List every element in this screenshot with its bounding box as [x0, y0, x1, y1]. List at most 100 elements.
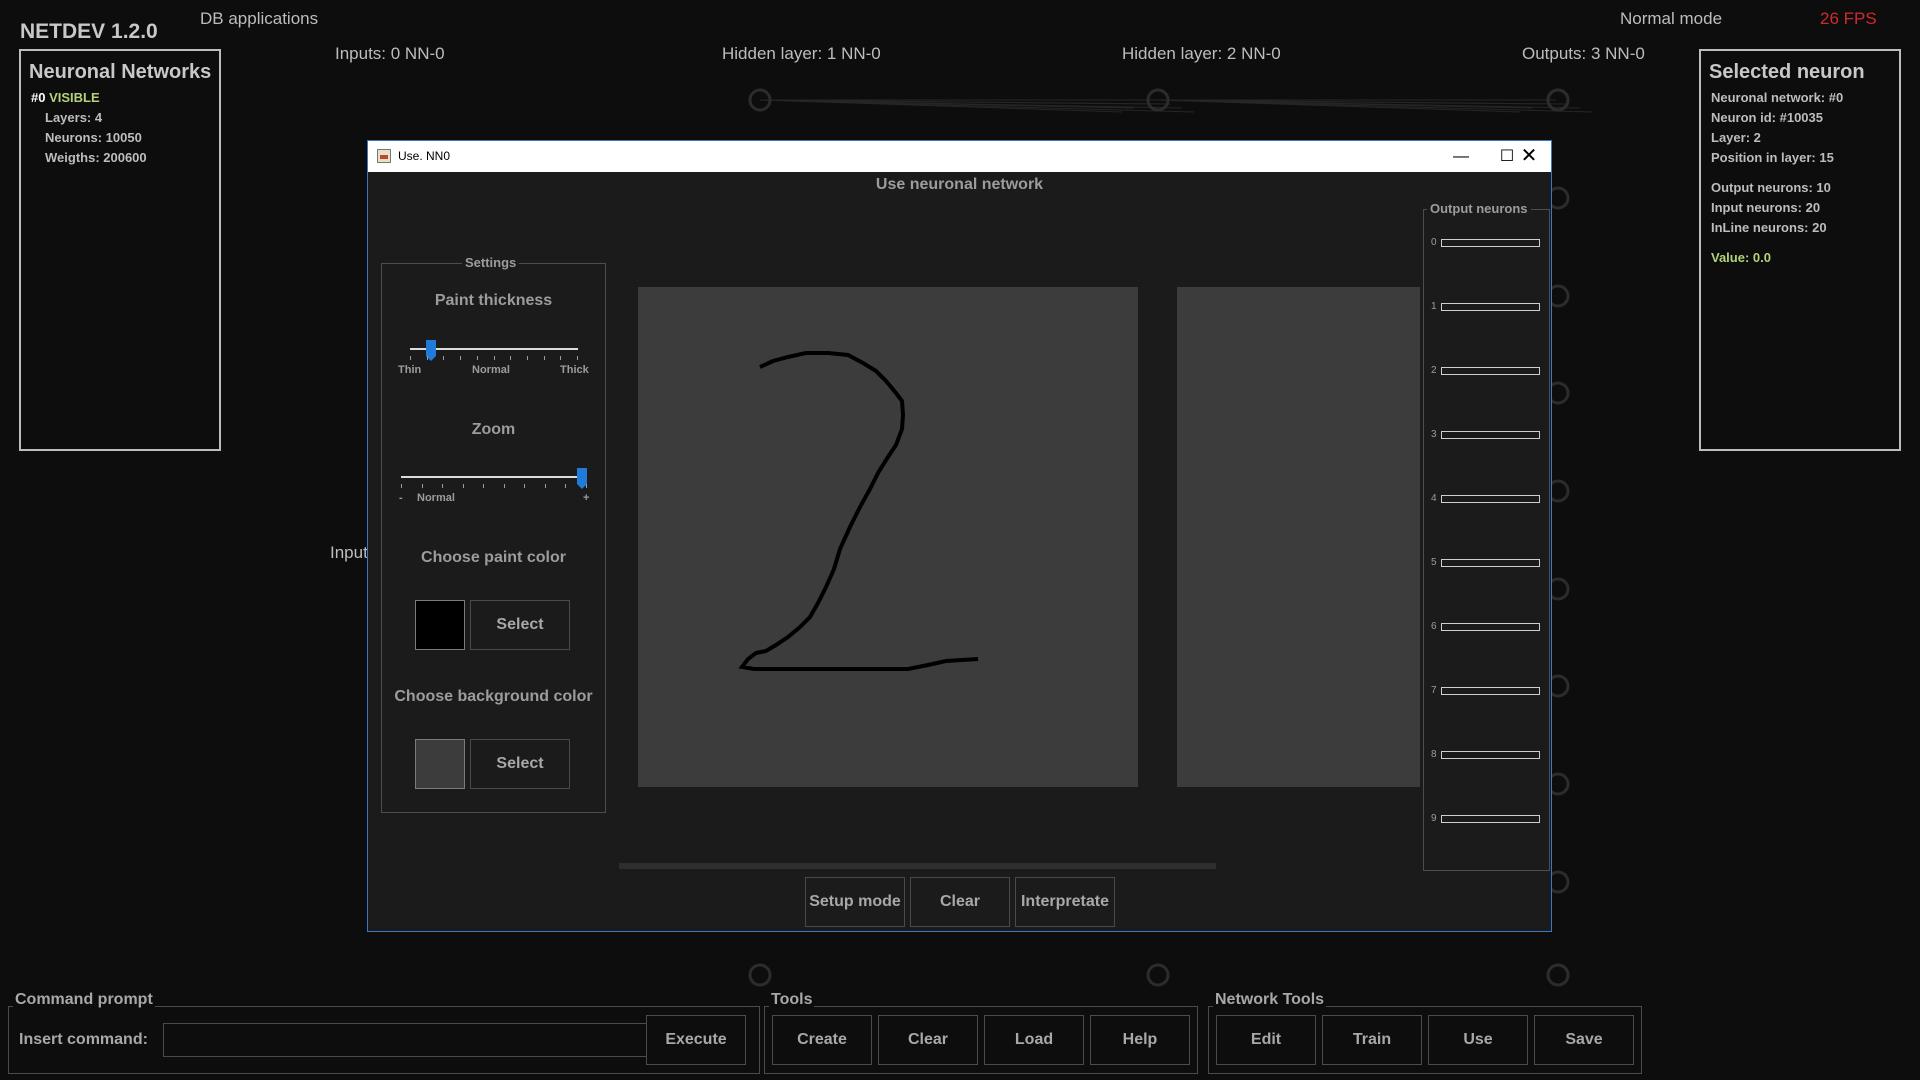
network-tools-legend: Network Tools	[1213, 991, 1327, 1009]
tools-group: Tools Create Clear Load Help	[764, 991, 1198, 1074]
background-color-swatch	[415, 739, 465, 789]
zoom-label: Zoom	[471, 421, 516, 438]
network-tools-group: Network Tools Edit Train Use Save	[1208, 991, 1642, 1074]
handwritten-stroke	[738, 351, 979, 671]
output-neuron-index: 5	[1431, 557, 1437, 568]
thickness-thick-label: Thick	[560, 364, 589, 376]
neuron-input-count: Input neurons: 20	[1711, 200, 1821, 215]
network-weights: Weigths: 200600	[45, 150, 147, 165]
neuron-inline-count: InLine neurons: 20	[1711, 220, 1827, 235]
input-side-label: Input	[330, 543, 368, 562]
networks-panel-title: Neuronal Networks	[29, 61, 212, 83]
execute-button[interactable]: Execute	[646, 1015, 746, 1065]
output-neuron-index: 0	[1431, 237, 1437, 248]
help-button[interactable]: Help	[1090, 1015, 1190, 1065]
neuron-network: Neuronal network: #0	[1711, 90, 1844, 105]
command-prompt-legend: Command prompt	[13, 991, 155, 1009]
command-prompt-group: Command prompt Insert command: Execute	[8, 991, 760, 1074]
paint-thickness-label: Paint thickness	[434, 292, 553, 309]
paint-thickness-slider[interactable]: Thin Normal Thick	[398, 340, 589, 384]
output-neuron-index: 7	[1431, 685, 1437, 696]
setup-mode-button[interactable]: Setup mode	[805, 877, 905, 927]
app-title: NETDEV 1.2.0	[20, 20, 158, 43]
train-button[interactable]: Train	[1322, 1015, 1422, 1065]
paint-color-swatch	[415, 600, 465, 650]
neuron-position: Position in layer: 15	[1711, 150, 1834, 165]
output-neuron-index: 3	[1431, 429, 1437, 440]
dialog-heading: Use neuronal network	[875, 176, 1044, 193]
background-color-label: Choose background color	[394, 688, 593, 705]
output-neuron-index: 9	[1431, 813, 1437, 824]
neuron-value: Value: 0.0	[1711, 250, 1771, 265]
layer-label-inputs: Inputs: 0 NN-0	[335, 44, 445, 63]
clear-canvas-button[interactable]: Clear	[910, 877, 1010, 927]
output-neurons-group: Output neurons 0 1 2 3 4 5 6 7 8 9	[1423, 201, 1550, 871]
output-neuron-index: 6	[1431, 621, 1437, 632]
edit-button[interactable]: Edit	[1216, 1015, 1316, 1065]
layer-label-outputs: Outputs: 3 NN-0	[1522, 44, 1645, 63]
output-neuron-index: 1	[1431, 301, 1437, 312]
interpretate-button[interactable]: Interpretate	[1015, 877, 1115, 927]
input-preview-canvas	[1177, 287, 1420, 787]
thickness-thin-label: Thin	[398, 364, 422, 376]
output-neuron-bar	[1441, 815, 1540, 823]
dialog-title: Use. NN0	[398, 149, 451, 163]
output-neuron-index: 4	[1431, 493, 1437, 504]
tools-legend: Tools	[769, 991, 815, 1009]
create-button[interactable]: Create	[772, 1015, 872, 1065]
command-input[interactable]	[163, 1023, 650, 1057]
output-neurons-legend: Output neurons	[1427, 201, 1531, 216]
dialog-titlebar[interactable]: Use. NN0 — ☐ ✕	[368, 141, 1551, 172]
network-visibility: VISIBLE	[49, 90, 100, 105]
save-button[interactable]: Save	[1534, 1015, 1634, 1065]
tools-clear-button[interactable]: Clear	[878, 1015, 978, 1065]
output-neuron-index: 8	[1431, 749, 1437, 760]
layer-label-hidden-1: Hidden layer: 1 NN-0	[722, 44, 881, 63]
output-neuron-bar	[1441, 303, 1540, 311]
paint-thickness-thumb[interactable]	[426, 340, 436, 361]
zoom-normal-label: Normal	[417, 492, 455, 504]
zoom-plus-label: +	[583, 492, 590, 504]
output-neuron-bar	[1441, 559, 1540, 567]
settings-group: Settings Paint thickness Thin Normal Thi…	[381, 255, 606, 813]
network-neurons: Neurons: 10050	[45, 130, 142, 145]
output-neuron-index: 2	[1431, 365, 1437, 376]
minimize-icon[interactable]: —	[1438, 141, 1484, 172]
close-icon[interactable]: ✕	[1506, 141, 1552, 172]
insert-command-label: Insert command:	[19, 1031, 148, 1048]
drawing-canvas[interactable]	[638, 287, 1138, 787]
zoom-slider[interactable]: - Normal +	[399, 468, 590, 512]
output-neuron-bar	[1441, 495, 1540, 503]
zoom-thumb[interactable]	[577, 468, 587, 489]
networks-panel: Neuronal Networks #0 VISIBLE Layers: 4 N…	[19, 49, 221, 451]
zoom-minus-label: -	[399, 492, 403, 504]
paint-color-select-button[interactable]: Select	[470, 600, 570, 650]
output-neuron-bar	[1441, 687, 1540, 695]
neuron-output-count: Output neurons: 10	[1711, 180, 1831, 195]
paint-color-label: Choose paint color	[421, 549, 566, 566]
neuron-layer: Layer: 2	[1711, 130, 1761, 145]
neuron-id: Neuron id: #10035	[1711, 110, 1823, 125]
java-app-icon	[377, 149, 391, 163]
output-neuron-bar	[1441, 367, 1540, 375]
selected-neuron-title: Selected neuron	[1709, 61, 1865, 83]
network-layers: Layers: 4	[45, 110, 103, 125]
mode-indicator: Normal mode	[1620, 9, 1723, 28]
progress-bar	[619, 863, 1216, 869]
fps-counter: 26 FPS	[1820, 9, 1877, 28]
settings-legend: Settings	[462, 255, 520, 270]
output-neuron-bar	[1441, 623, 1540, 631]
selected-neuron-panel: Selected neuron Neuronal network: #0 Neu…	[1699, 49, 1901, 451]
output-neuron-bar	[1441, 751, 1540, 759]
background-color-select-button[interactable]: Select	[470, 739, 570, 789]
thickness-normal-label: Normal	[472, 364, 510, 376]
db-applications-menu[interactable]: DB applications	[200, 9, 318, 29]
network-list-item[interactable]: #0 VISIBLE	[31, 88, 219, 108]
output-neuron-bar	[1441, 239, 1540, 247]
use-button[interactable]: Use	[1428, 1015, 1528, 1065]
output-neuron-bar	[1441, 431, 1540, 439]
load-button[interactable]: Load	[984, 1015, 1084, 1065]
layer-label-hidden-2: Hidden layer: 2 NN-0	[1122, 44, 1281, 63]
use-network-dialog: Use. NN0 — ☐ ✕ Use neuronal network Sett…	[367, 140, 1552, 932]
network-id: #0	[31, 90, 46, 105]
